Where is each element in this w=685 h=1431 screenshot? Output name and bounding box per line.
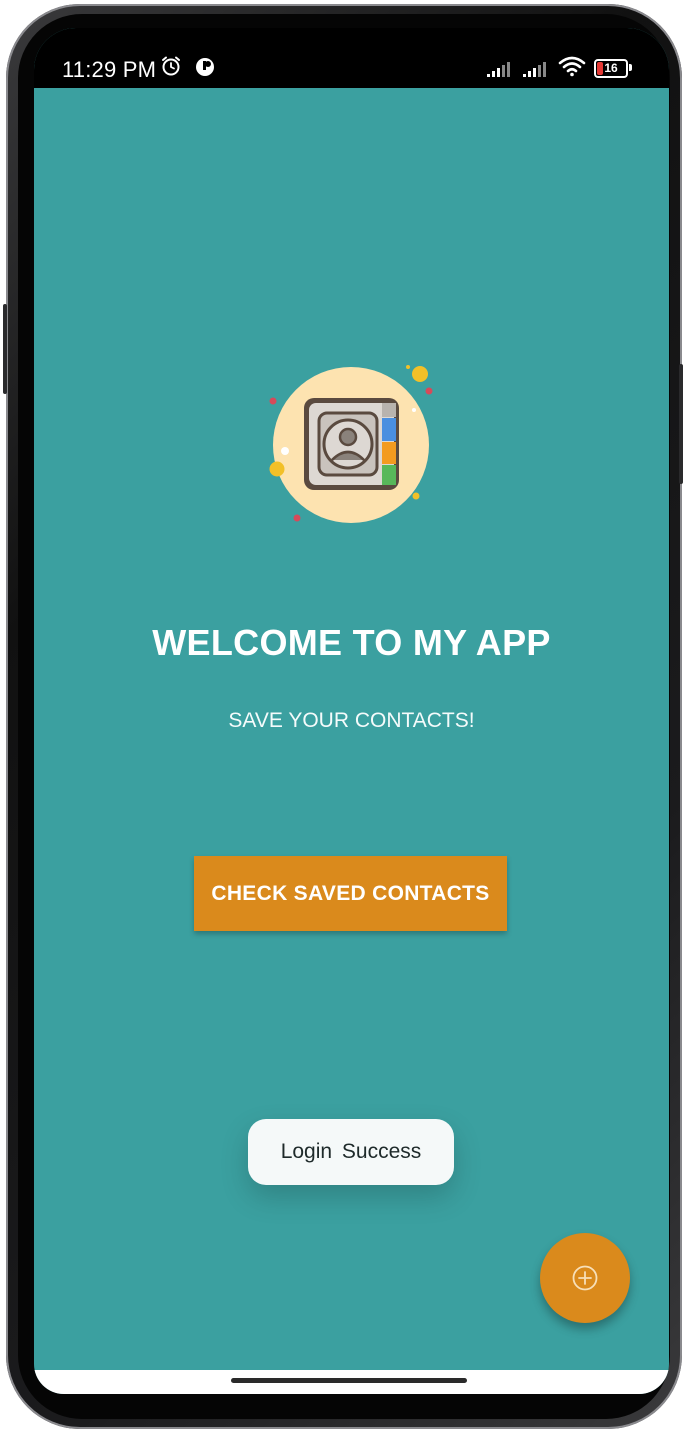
welcome-subtitle: SAVE YOUR CONTACTS! bbox=[228, 709, 475, 732]
login-success-toast: Login Success bbox=[248, 1119, 454, 1185]
add-icon bbox=[572, 1265, 598, 1291]
battery-level bbox=[597, 62, 603, 75]
signal-icon bbox=[487, 62, 510, 77]
alarm-icon bbox=[162, 56, 180, 76]
power-button bbox=[679, 364, 683, 484]
add-contact-fab[interactable] bbox=[540, 1233, 630, 1323]
battery-icon: 16 bbox=[594, 59, 628, 78]
volume-button bbox=[3, 304, 7, 394]
contact-book-icon bbox=[264, 358, 444, 538]
battery-percent: 16 bbox=[604, 61, 618, 75]
check-saved-contacts-button[interactable]: CHECK SAVED CONTACTS bbox=[194, 856, 507, 931]
app-notification-icon bbox=[196, 58, 214, 76]
signal-icon-2 bbox=[523, 62, 546, 77]
wifi-icon bbox=[558, 56, 586, 77]
status-time: 11:29 PM bbox=[62, 57, 157, 82]
welcome-title: WELCOME TO MY APP bbox=[152, 622, 551, 663]
home-indicator[interactable] bbox=[231, 1378, 467, 1383]
navigation-bar bbox=[34, 1370, 669, 1394]
app-screen: 11:29 PM 16 WELCOME TO MY APP SAVE YOUR … bbox=[34, 28, 669, 1394]
status-bar: 11:29 PM 16 bbox=[34, 28, 669, 88]
battery-tip bbox=[629, 64, 632, 71]
